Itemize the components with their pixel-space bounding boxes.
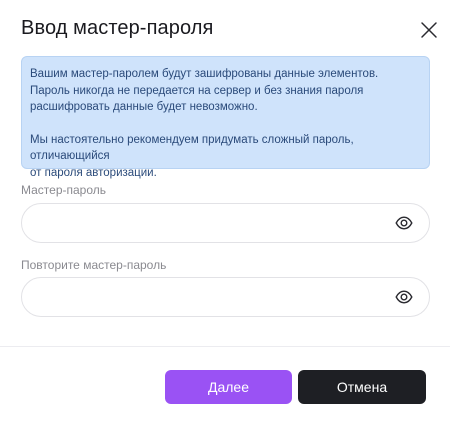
info-line: расшифровать данные будет невозможно. — [30, 101, 258, 113]
eye-icon — [395, 216, 413, 230]
dialog-title: Ввод мастер-пароля — [21, 17, 214, 39]
cancel-button[interactable]: Отмена — [298, 370, 426, 404]
info-notice: Вашим мастер-паролем будут зашифрованы д… — [21, 56, 430, 179]
info-line: Вашим мастер-паролем будут зашифрованы д… — [30, 68, 379, 80]
repeat-password-field-wrapper — [21, 277, 430, 317]
eye-icon — [395, 290, 413, 304]
close-button[interactable] — [418, 19, 440, 41]
close-icon — [421, 22, 437, 38]
repeat-password-label: Повторите мастер-пароль — [21, 258, 167, 272]
password-field-wrapper — [21, 203, 430, 243]
toggle-password-visibility-button[interactable] — [395, 215, 413, 231]
info-line: Мы настоятельно рекомендуем придумать сл… — [30, 133, 354, 163]
toggle-repeat-password-visibility-button[interactable] — [395, 289, 413, 305]
next-button[interactable]: Далее — [165, 370, 292, 404]
master-password-dialog: Ввод мастер-пароля Вашим мастер-паролем … — [0, 0, 450, 421]
repeat-password-input[interactable] — [36, 278, 386, 316]
info-line: Пароль никогда не передается на сервер и… — [30, 84, 364, 97]
footer-divider — [0, 346, 450, 347]
password-label: Мастер-пароль — [21, 183, 107, 197]
info-line: от пароля авторизации. — [30, 166, 157, 179]
password-input[interactable] — [36, 204, 386, 242]
